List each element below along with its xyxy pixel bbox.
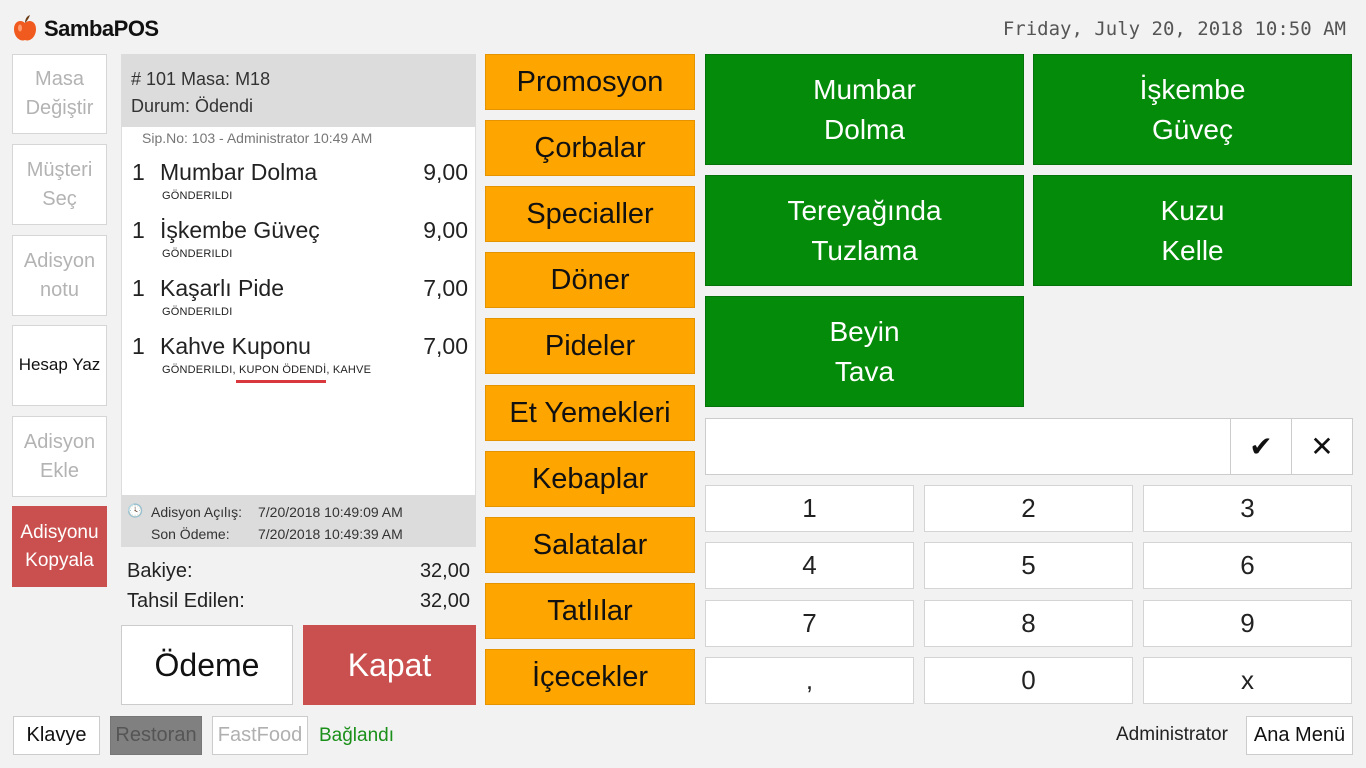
numpad-key-2[interactable]: 2 bbox=[924, 485, 1133, 532]
connection-status: Bağlandı bbox=[319, 725, 395, 746]
balance-value: 32,00 bbox=[419, 560, 470, 582]
cancel-icon[interactable]: ✕ bbox=[1291, 418, 1353, 475]
numpad-key-7[interactable]: 7 bbox=[705, 600, 914, 647]
ticket-status: Durum: Ödendi bbox=[131, 96, 254, 116]
balance-label: Bakiye: bbox=[127, 560, 193, 582]
item-quantity: 1 bbox=[132, 159, 145, 185]
ticket-number: # 101 Masa: M18 bbox=[131, 69, 271, 89]
app-name: SambaPOS bbox=[44, 16, 159, 41]
item-price: 7,00 bbox=[423, 275, 468, 301]
product-mumbar-dolma[interactable]: Mumbar Dolma bbox=[705, 54, 1024, 165]
opened-label: Adisyon Açılış: bbox=[151, 504, 243, 520]
balance-row: Bakiye: 32,00 bbox=[127, 560, 470, 583]
category-tatlilar[interactable]: Tatlılar bbox=[485, 583, 695, 639]
numpad-input[interactable] bbox=[705, 418, 1231, 475]
numpad-key-9[interactable]: 9 bbox=[1143, 600, 1352, 647]
add-ticket-button[interactable]: Adisyon Ekle bbox=[12, 416, 107, 497]
ticket-note-button[interactable]: Adisyon notu bbox=[12, 235, 107, 316]
numpad-key-1[interactable]: 1 bbox=[705, 485, 914, 532]
numpad-key-8[interactable]: 8 bbox=[924, 600, 1133, 647]
payment-button[interactable]: Ödeme bbox=[121, 625, 293, 705]
category-icecekler[interactable]: İçecekler bbox=[485, 649, 695, 705]
highlight-underline bbox=[236, 380, 326, 383]
item-name: Mumbar Dolma bbox=[160, 159, 318, 185]
numpad-key-5[interactable]: 5 bbox=[924, 542, 1133, 589]
fastfood-button[interactable]: FastFood bbox=[212, 716, 308, 755]
item-status: GÖNDERILDI bbox=[162, 306, 233, 318]
copy-ticket-button[interactable]: Adisyonu Kopyala bbox=[12, 506, 107, 587]
item-quantity: 1 bbox=[132, 217, 145, 243]
ticket-footer: 🕓 Adisyon Açılış: 7/20/2018 10:49:09 AM … bbox=[121, 495, 476, 547]
last-payment-value: 7/20/2018 10:49:39 AM bbox=[258, 526, 403, 542]
collected-label: Tahsil Edilen: bbox=[127, 590, 245, 612]
product-kuzu-kelle[interactable]: Kuzu Kelle bbox=[1033, 175, 1352, 286]
last-payment-label: Son Ödeme: bbox=[151, 526, 230, 542]
category-kebaplar[interactable]: Kebaplar bbox=[485, 451, 695, 507]
clock-icon: 🕓 bbox=[127, 503, 144, 518]
numpad-key-3[interactable]: 3 bbox=[1143, 485, 1352, 532]
select-customer-button[interactable]: Müşteri Seç bbox=[12, 144, 107, 225]
numpad-key-6[interactable]: 6 bbox=[1143, 542, 1352, 589]
item-status: GÖNDERILDI, KUPON ÖDENDİ, KAHVE bbox=[162, 364, 372, 376]
category-et-yemekleri[interactable]: Et Yemekleri bbox=[485, 385, 695, 441]
numpad-key-0[interactable]: 0 bbox=[924, 657, 1133, 704]
item-status: GÖNDERILDI bbox=[162, 190, 233, 202]
item-price: 7,00 bbox=[423, 333, 468, 359]
print-bill-button[interactable]: Hesap Yaz bbox=[12, 325, 107, 406]
restaurant-button[interactable]: Restoran bbox=[110, 716, 202, 755]
confirm-icon[interactable]: ✔ bbox=[1230, 418, 1292, 475]
item-name: Kaşarlı Pide bbox=[160, 275, 285, 301]
numpad-key-x[interactable]: x bbox=[1143, 657, 1352, 704]
category-salatalar[interactable]: Salatalar bbox=[485, 517, 695, 573]
collected-value: 32,00 bbox=[419, 590, 470, 612]
item-price: 9,00 bbox=[423, 159, 468, 185]
apple-icon bbox=[14, 15, 36, 41]
ticket-items-panel: Sip.No: 103 - Administrator 10:49 AM 1 M… bbox=[121, 127, 476, 495]
item-price: 9,00 bbox=[423, 217, 468, 243]
category-corbalar[interactable]: Çorbalar bbox=[485, 120, 695, 176]
product-beyin-tava[interactable]: Beyin Tava bbox=[705, 296, 1024, 407]
collected-row: Tahsil Edilen: 32,00 bbox=[127, 590, 470, 613]
keyboard-button[interactable]: Klavye bbox=[13, 716, 100, 755]
category-specialler[interactable]: Specialler bbox=[485, 186, 695, 242]
opened-value: 7/20/2018 10:49:09 AM bbox=[258, 504, 403, 520]
numpad-key-comma[interactable]: , bbox=[705, 657, 914, 704]
current-user: Administrator bbox=[1116, 724, 1228, 745]
category-doner[interactable]: Döner bbox=[485, 252, 695, 308]
category-pideler[interactable]: Pideler bbox=[485, 318, 695, 374]
datetime-display: Friday, July 20, 2018 10:50 AM bbox=[1002, 18, 1346, 40]
close-ticket-button[interactable]: Kapat bbox=[303, 625, 476, 705]
category-promosyon[interactable]: Promosyon bbox=[485, 54, 695, 110]
main-menu-button[interactable]: Ana Menü bbox=[1246, 716, 1353, 755]
item-name: Kahve Kuponu bbox=[160, 333, 311, 359]
product-iskembe-guvec[interactable]: İşkembe Güveç bbox=[1033, 54, 1352, 165]
item-status: GÖNDERILDI bbox=[162, 248, 233, 260]
item-quantity: 1 bbox=[132, 275, 145, 301]
order-meta: Sip.No: 103 - Administrator 10:49 AM bbox=[142, 130, 373, 146]
change-table-button[interactable]: Masa Değiştir bbox=[12, 54, 107, 134]
ticket-header: # 101 Masa: M18 Durum: Ödendi bbox=[121, 54, 476, 127]
numpad-key-4[interactable]: 4 bbox=[705, 542, 914, 589]
item-name: İşkembe Güveç bbox=[160, 217, 320, 243]
item-quantity: 1 bbox=[132, 333, 145, 359]
app-logo: SambaPOS bbox=[12, 14, 159, 44]
product-tereyaginda-tuzlama[interactable]: Tereyağında Tuzlama bbox=[705, 175, 1024, 286]
